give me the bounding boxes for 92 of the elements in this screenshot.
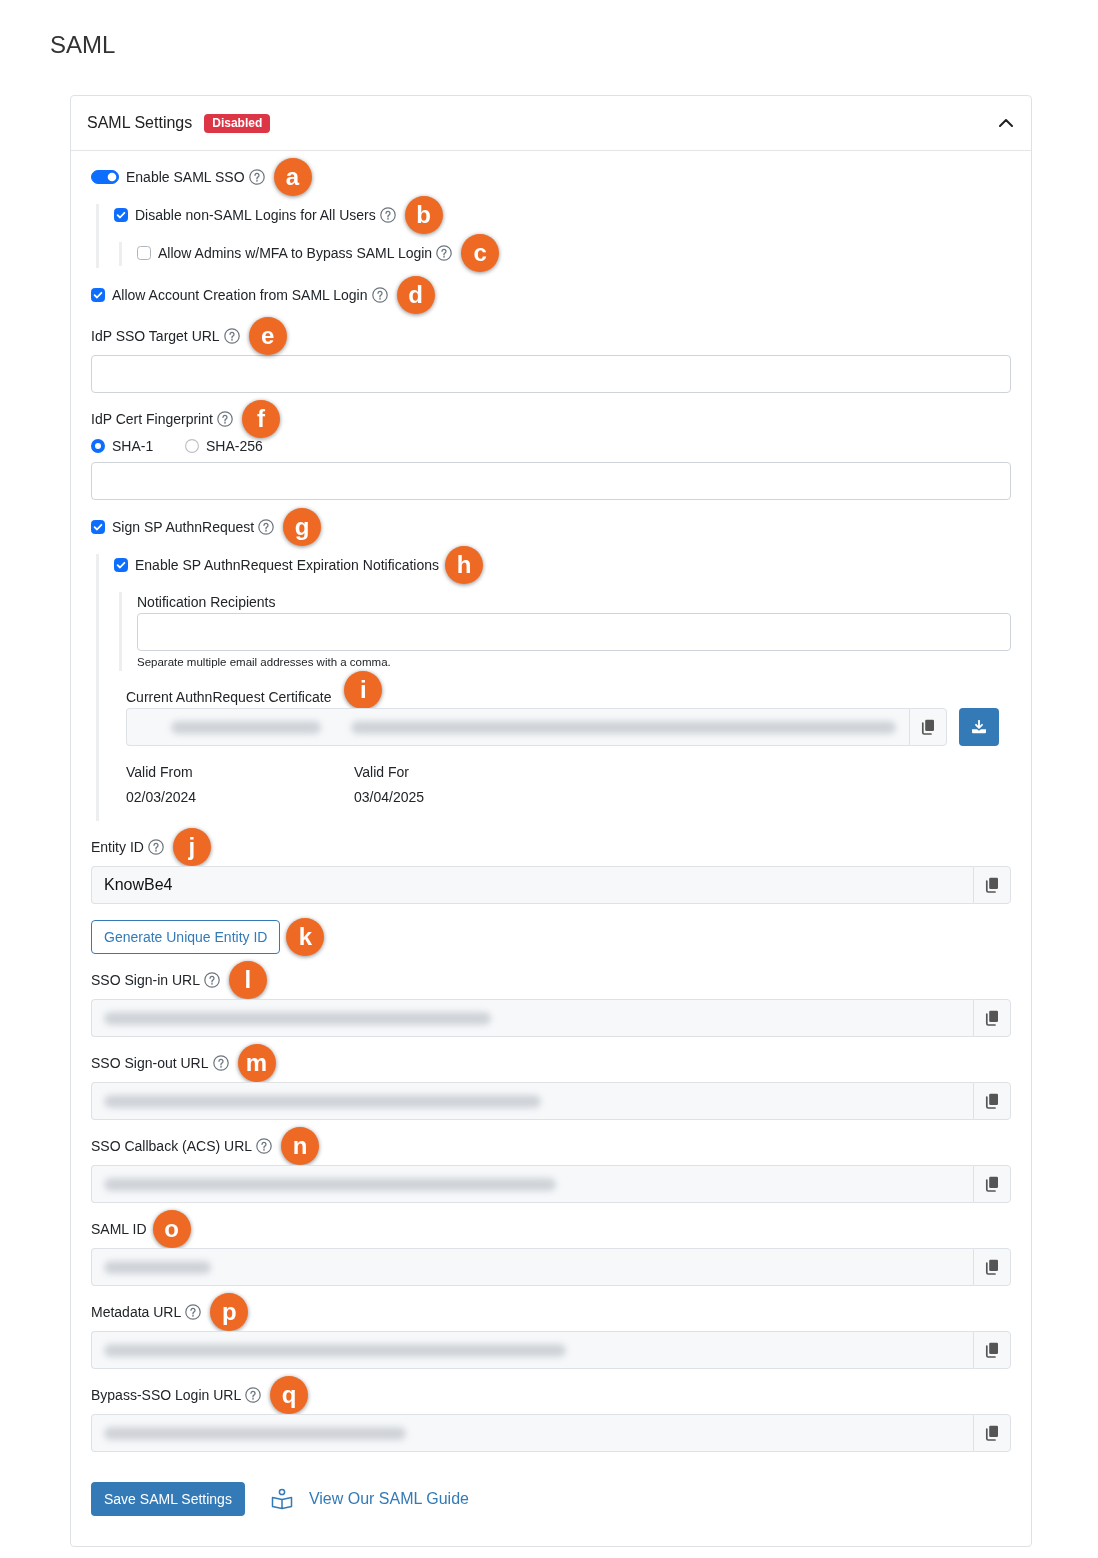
card-title: SAML Settings	[87, 114, 193, 132]
field-label: IdP SSO Target URL	[91, 328, 220, 344]
callout-marker: h	[445, 546, 484, 584]
generate-button[interactable]: Generate Unique Entity ID	[91, 920, 281, 954]
date-label: Valid For	[354, 763, 410, 782]
copy-icon	[985, 1010, 999, 1026]
text-input[interactable]	[91, 355, 1011, 393]
help-icon[interactable]	[216, 411, 233, 427]
page-title: SAML	[50, 30, 117, 60]
checkbox-label: Enable SP AuthnRequest Expiration Notifications	[135, 557, 440, 573]
date-value: 03/04/2025	[354, 788, 426, 807]
toggle-label: Enable SAML SSO	[126, 169, 245, 185]
copy-icon	[921, 719, 935, 735]
copy-icon	[985, 1342, 999, 1358]
callout-marker: f	[241, 400, 280, 438]
callout-marker: a	[273, 158, 312, 196]
date-label: Valid From	[126, 763, 194, 782]
help-icon[interactable]	[212, 1055, 229, 1071]
checkbox-label: Disable non-SAML Logins for All Users	[135, 207, 376, 223]
help-icon[interactable]	[203, 972, 220, 988]
checkbox[interactable]	[91, 520, 105, 534]
copy-button[interactable]	[909, 708, 947, 746]
callout-marker: m	[237, 1044, 276, 1082]
help-icon[interactable]	[371, 287, 388, 303]
field-label: Entity ID	[91, 839, 144, 855]
checkbox-label: Allow Account Creation from SAML Login	[112, 287, 368, 303]
copy-icon	[985, 877, 999, 893]
callout-marker: e	[248, 317, 287, 355]
copy-icon	[985, 1259, 999, 1275]
field-label: Notification Recipients	[137, 594, 276, 610]
copy-button[interactable]	[973, 1414, 1011, 1452]
field-label: SSO Sign-in URL	[91, 972, 200, 988]
copy-icon	[985, 1093, 999, 1109]
help-text: Separate multiple email addresses with a comma.	[137, 655, 392, 669]
callout-marker: b	[404, 196, 443, 234]
copy-button[interactable]	[973, 1248, 1011, 1286]
checkbox-label: Allow Admins w/MFA to Bypass SAML Login	[158, 245, 433, 261]
help-icon[interactable]	[248, 169, 265, 185]
copy-button[interactable]	[973, 1165, 1011, 1203]
field-label: SSO Sign-out URL	[91, 1055, 209, 1071]
download-button[interactable]	[959, 708, 999, 746]
help-icon[interactable]	[256, 1138, 273, 1154]
download-icon	[971, 720, 987, 734]
copy-button[interactable]	[973, 1331, 1011, 1369]
copy-icon	[985, 1176, 999, 1192]
radio-button[interactable]	[185, 439, 199, 453]
callout-marker: j	[172, 828, 211, 866]
help-icon[interactable]	[245, 1387, 262, 1403]
field-label: Bypass-SSO Login URL	[91, 1387, 242, 1403]
callout-marker: p	[210, 1293, 249, 1331]
checkbox[interactable]	[137, 246, 151, 260]
radio-button[interactable]	[91, 439, 105, 453]
help-icon[interactable]	[223, 328, 240, 344]
field-label: Metadata URL	[91, 1304, 182, 1320]
callout-marker: g	[283, 508, 322, 546]
callout-marker: o	[152, 1210, 191, 1248]
text-input[interactable]	[91, 462, 1011, 500]
field-label: Current AuthnRequest Certificate	[126, 689, 332, 705]
book-icon	[270, 1488, 293, 1510]
help-icon[interactable]	[379, 207, 396, 223]
callout-marker: c	[461, 234, 500, 272]
toggle-switch[interactable]	[91, 170, 119, 184]
field-label: SAML ID	[91, 1221, 147, 1237]
copy-icon	[985, 1425, 999, 1441]
save-button[interactable]: Save SAML Settings	[91, 1482, 245, 1516]
copy-button[interactable]	[973, 1082, 1011, 1120]
status-badge: Disabled	[204, 113, 271, 133]
callout-marker: d	[396, 276, 435, 314]
chevron-up-icon[interactable]	[999, 119, 1013, 127]
help-icon[interactable]	[258, 519, 275, 535]
radio-label: SHA-256	[206, 438, 263, 454]
help-icon[interactable]	[185, 1304, 202, 1320]
checkbox-label: Sign SP AuthnRequest	[112, 519, 255, 535]
radio-label: SHA-1	[112, 438, 154, 454]
callout-marker: n	[281, 1127, 320, 1165]
help-icon[interactable]	[436, 245, 453, 261]
callout-marker: i	[344, 671, 383, 709]
callout-marker: l	[228, 961, 267, 999]
readonly-field: KnowBe4	[91, 866, 973, 904]
checkbox[interactable]	[114, 208, 128, 222]
guide-link[interactable]: View Our SAML Guide	[308, 1490, 469, 1508]
copy-button[interactable]	[973, 866, 1011, 904]
copy-button[interactable]	[973, 999, 1011, 1037]
checkbox[interactable]	[114, 558, 128, 572]
help-icon[interactable]	[147, 839, 164, 855]
callout-marker: k	[286, 918, 325, 956]
checkbox[interactable]	[91, 288, 105, 302]
field-label: IdP Cert Fingerprint	[91, 411, 213, 427]
date-value: 02/03/2024	[126, 788, 198, 807]
callout-marker: q	[270, 1376, 309, 1414]
field-label: SSO Callback (ACS) URL	[91, 1138, 253, 1154]
text-input[interactable]	[137, 613, 1011, 651]
